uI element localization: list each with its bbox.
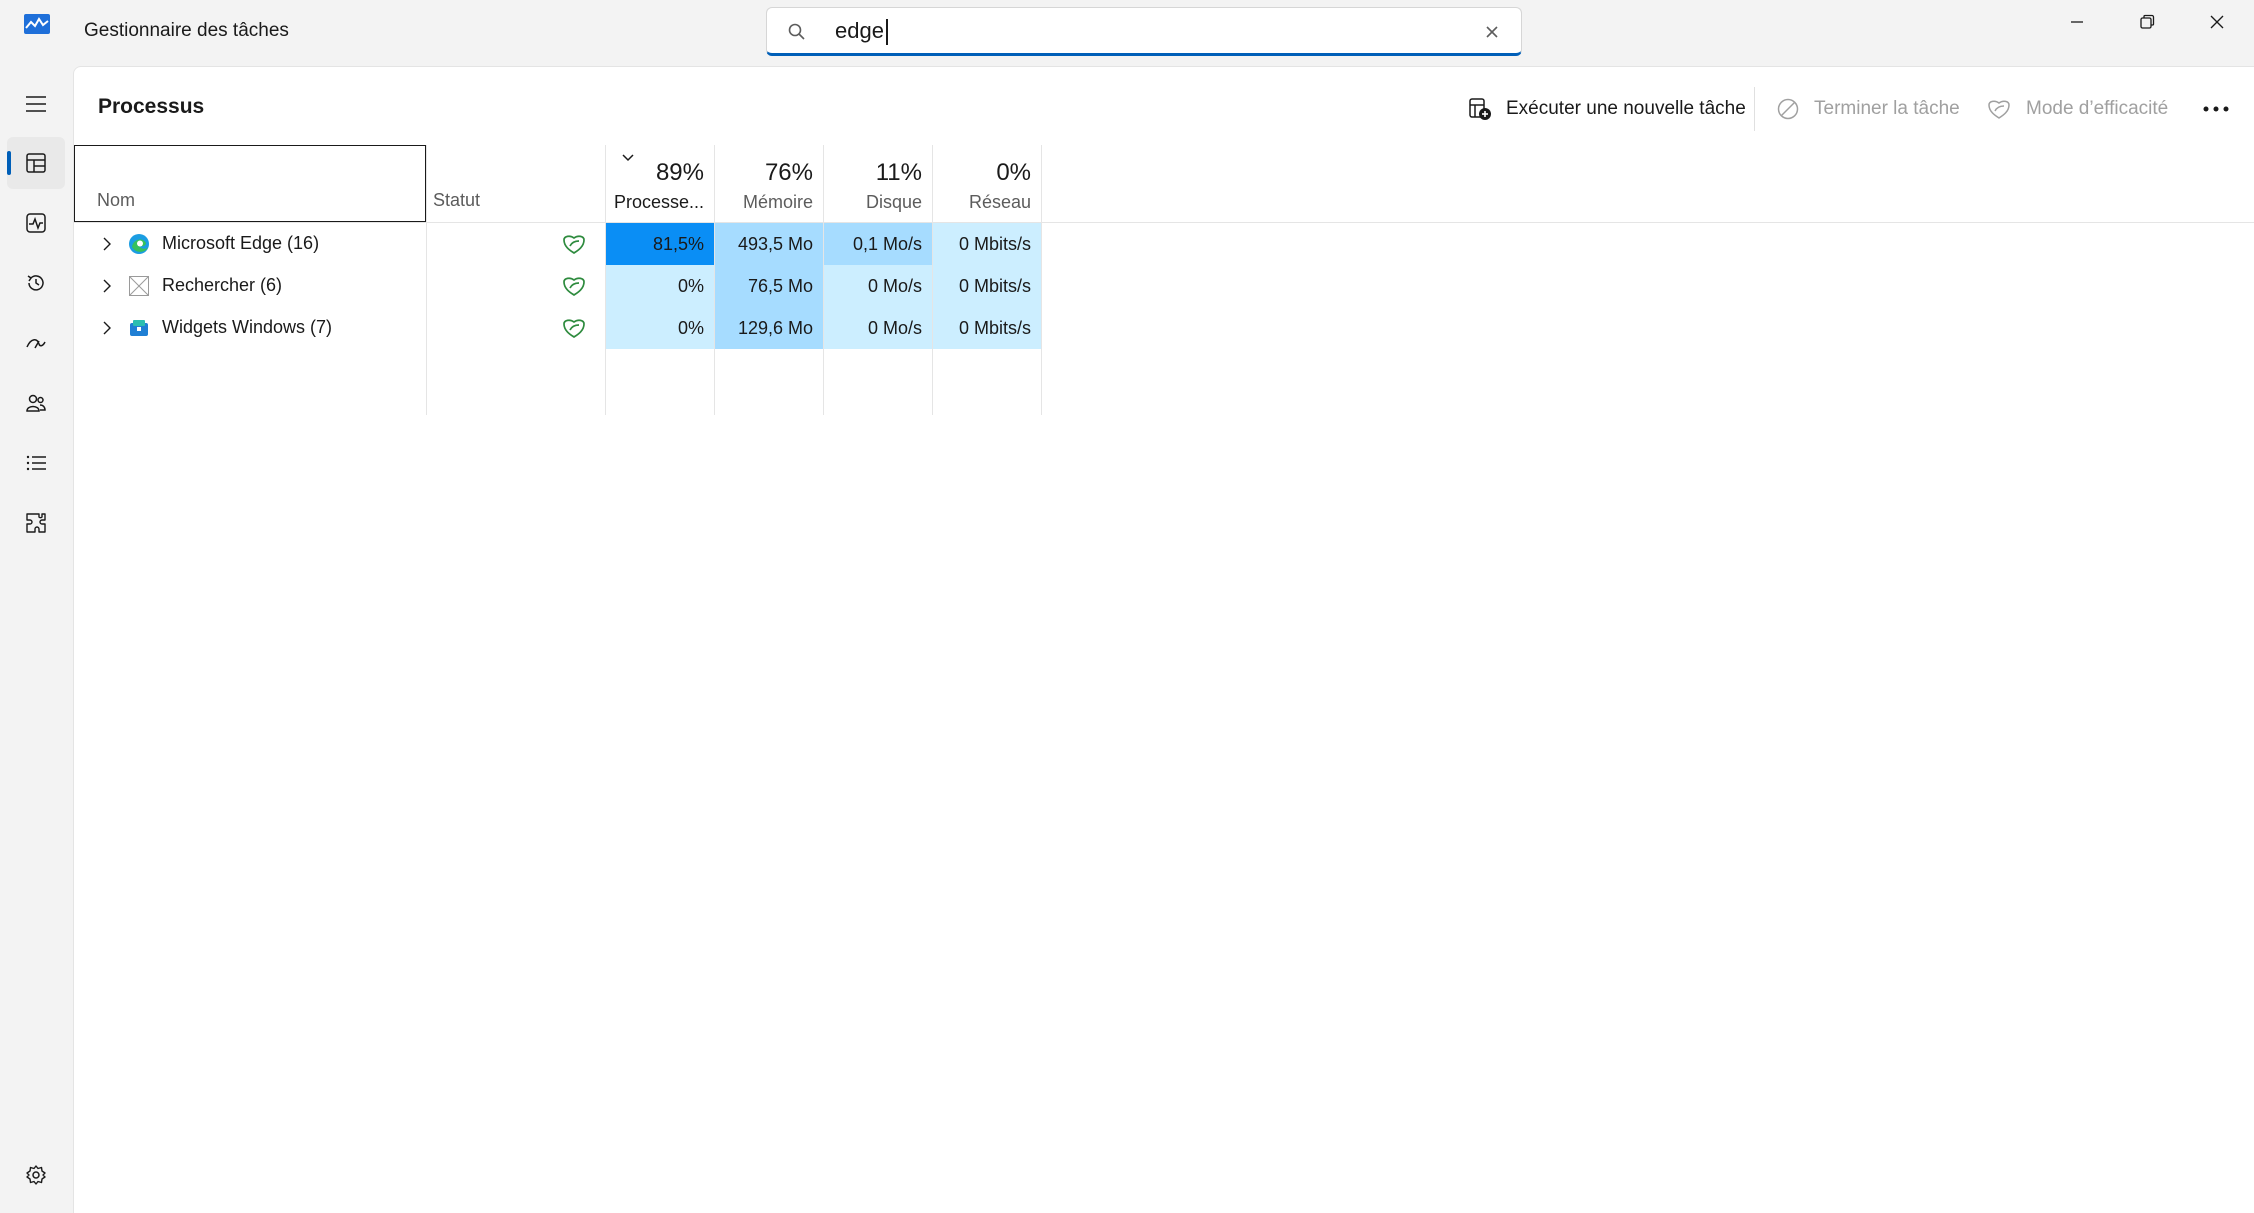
column-label-name: Nom: [97, 190, 136, 210]
text-caret: [886, 19, 888, 45]
task-manager-logo-icon: [24, 14, 50, 34]
cpu-cell: 0%: [606, 265, 714, 307]
column-header-cpu[interactable]: 89% Processe...: [605, 145, 714, 222]
column-header-network[interactable]: 0% Réseau: [932, 145, 1041, 222]
users-icon: [26, 394, 46, 412]
nav-item-processes[interactable]: [7, 137, 65, 189]
column-label-cpu: Processe...: [613, 192, 704, 212]
command-separator: [1754, 87, 1755, 131]
nav-item-details[interactable]: [7, 437, 65, 489]
disk-cell: 0 Mo/s: [824, 265, 932, 307]
run-new-task-label: Exécuter une nouvelle tâche: [1506, 98, 1746, 119]
app-title: Gestionnaire des tâches: [84, 20, 289, 41]
processes-icon: [26, 153, 46, 173]
network-cell: 0 Mbits/s: [933, 307, 1041, 349]
memory-cell: 76,5 Mo: [715, 265, 823, 307]
network-total-percent: 0%: [996, 159, 1031, 186]
process-name: Widgets Windows (7): [162, 317, 333, 337]
more-icon: [2203, 106, 2229, 112]
table-row[interactable]: Widgets Windows (7) 0% 129,6 Mo 0 Mo/s 0…: [74, 307, 2254, 349]
end-task-icon: [1777, 98, 1799, 120]
chevron-right-icon[interactable]: [100, 277, 114, 295]
nav-item-services[interactable]: [7, 497, 65, 549]
sort-descending-icon: [622, 154, 634, 162]
search-input[interactable]: [835, 17, 1435, 45]
column-label-disk: Disque: [865, 192, 922, 212]
cpu-cell: 81,5%: [606, 223, 714, 265]
details-icon: [26, 455, 46, 471]
column-header-memory[interactable]: 76% Mémoire: [714, 145, 823, 222]
active-indicator: [7, 151, 11, 175]
memory-cell: 493,5 Mo: [715, 223, 823, 265]
nav-item-settings[interactable]: [7, 1149, 65, 1201]
search-icon: [788, 23, 805, 40]
app-history-icon: [27, 275, 44, 291]
network-cell: 0 Mbits/s: [933, 223, 1041, 265]
page-title: Processus: [98, 95, 205, 118]
process-name: Microsoft Edge (16): [162, 233, 320, 253]
end-task-label: Terminer la tâche: [1814, 98, 1960, 119]
widgets-icon: [130, 320, 148, 336]
nav-toggle-button[interactable]: [7, 78, 65, 130]
efficiency-leaf-icon: [563, 319, 585, 339]
column-header-name[interactable]: Nom: [74, 145, 426, 222]
chevron-right-icon[interactable]: [100, 319, 114, 337]
network-cell: 0 Mbits/s: [933, 265, 1041, 307]
clear-search-icon[interactable]: [1482, 22, 1502, 42]
column-header-disk[interactable]: 11% Disque: [823, 145, 932, 222]
restore-button[interactable]: [2112, 0, 2182, 44]
disk-cell: 0 Mo/s: [824, 307, 932, 349]
disk-cell: 0,1 Mo/s: [824, 223, 932, 265]
startup-apps-icon: [26, 339, 46, 349]
services-icon: [26, 513, 46, 533]
close-button[interactable]: [2182, 0, 2252, 44]
disk-total-percent: 11%: [875, 159, 922, 186]
cpu-total-percent: 89%: [655, 159, 704, 186]
title-bar: Gestionnaire des tâches: [0, 0, 2254, 66]
efficiency-leaf-icon: [563, 235, 585, 255]
column-header-status[interactable]: Statut: [427, 145, 605, 222]
memory-total-percent: 76%: [764, 159, 813, 186]
efficiency-leaf-icon: [1988, 100, 2010, 119]
efficiency-mode-label: Mode d’efficacité: [2026, 98, 2169, 119]
performance-icon: [26, 213, 46, 233]
search-box[interactable]: [766, 7, 1522, 56]
restore-icon: [2140, 14, 2155, 29]
memory-cell: 129,6 Mo: [715, 307, 823, 349]
end-task-button[interactable]: Terminer la tâche: [1776, 91, 1960, 127]
run-new-task-button[interactable]: Exécuter une nouvelle tâche: [1468, 91, 1746, 127]
column-label-memory: Mémoire: [742, 192, 813, 212]
settings-icon: [26, 1165, 46, 1185]
table-row[interactable]: Rechercher (6) 0% 76,5 Mo 0 Mo/s 0 Mbits…: [74, 265, 2254, 307]
nav-item-performance[interactable]: [7, 197, 65, 249]
edge-icon: [129, 234, 149, 254]
nav-item-users[interactable]: [7, 377, 65, 429]
efficiency-mode-button[interactable]: Mode d’efficacité: [1986, 91, 2168, 127]
efficiency-leaf-icon: [563, 277, 585, 297]
hamburger-menu-icon: [26, 96, 46, 112]
processes-panel: Processus Exécuter une nouvelle tâche Te…: [73, 66, 2254, 1213]
cpu-cell: 0%: [606, 307, 714, 349]
nav-item-app-history[interactable]: [7, 257, 65, 309]
table-row[interactable]: Microsoft Edge (16) 81,5% 493,5 Mo 0,1 M…: [74, 223, 2254, 265]
search-app-icon: [129, 276, 149, 296]
column-label-status: Statut: [433, 190, 481, 210]
run-new-task-icon: [1469, 98, 1491, 120]
column-label-network: Réseau: [968, 192, 1031, 212]
close-icon: [2210, 15, 2224, 29]
minimize-icon: [2071, 21, 2083, 23]
process-name: Rechercher (6): [162, 275, 283, 295]
chevron-right-icon[interactable]: [100, 235, 114, 253]
more-options-button[interactable]: [2202, 91, 2244, 127]
nav-item-startup-apps[interactable]: [7, 317, 65, 369]
minimize-button[interactable]: [2042, 0, 2112, 44]
navigation-rail: [0, 66, 73, 1213]
